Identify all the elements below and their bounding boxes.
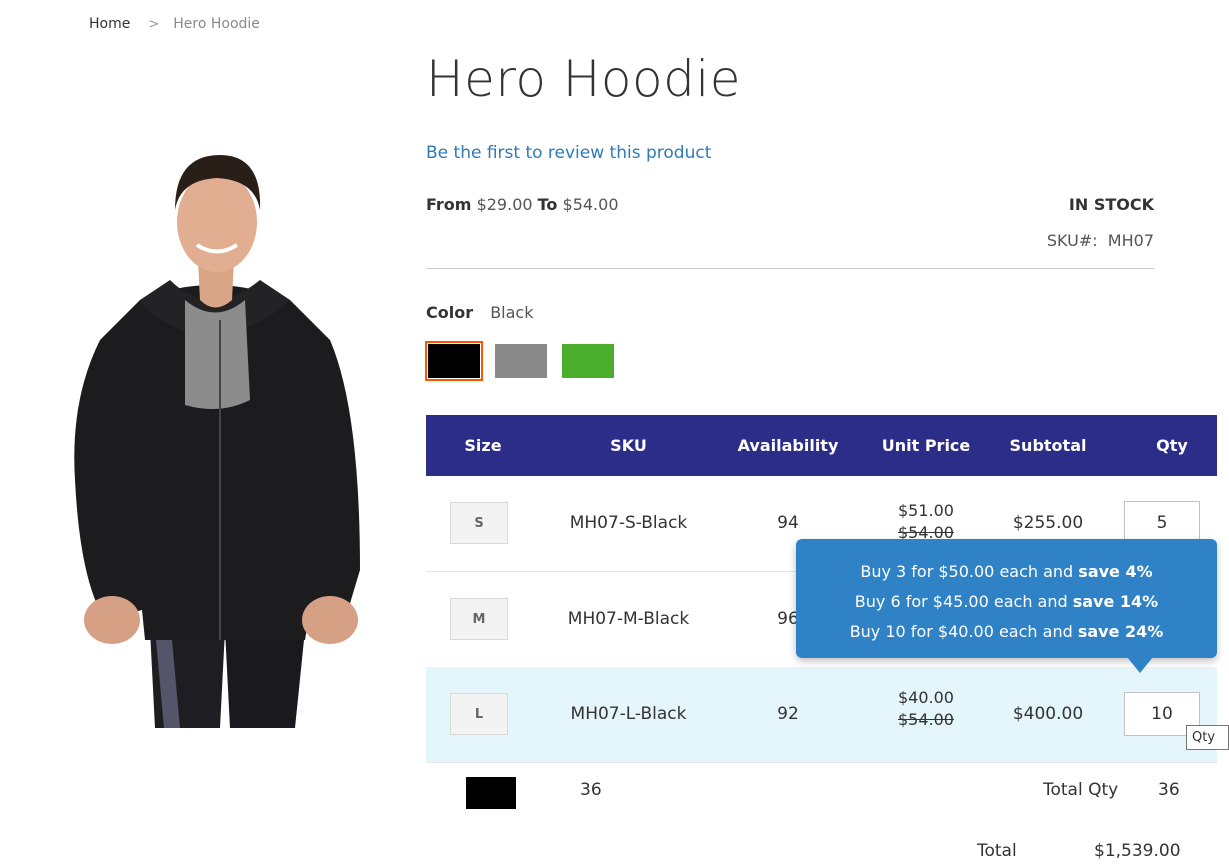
breadcrumb: Home > Hero Hoodie (89, 16, 260, 32)
row-subtotal: $400.00 (1012, 704, 1084, 724)
total-qty-label: Total Qty (1043, 780, 1119, 800)
size-label: S (450, 502, 508, 544)
price-to-label: To (537, 195, 558, 214)
header-unit-price: Unit Price (881, 436, 971, 455)
sku-label: SKU#: (1046, 231, 1098, 250)
tier-line: Buy 3 for $50.00 each and save 4% (860, 562, 1153, 581)
size-table-header: Size SKU Availability Unit Price Subtota… (426, 415, 1217, 476)
color-attribute: Color Black (426, 303, 534, 322)
row-availability: 94 (777, 513, 799, 533)
tier-line: Buy 6 for $45.00 each and save 14% (854, 592, 1159, 611)
header-qty: Qty (1156, 436, 1188, 455)
header-size: Size (464, 436, 502, 455)
row-price: $51.00 (898, 501, 954, 520)
total-qty-value: 36 (1158, 780, 1180, 800)
header-sku: SKU (610, 436, 647, 455)
price-from-label: From (426, 195, 472, 214)
size-label: L (450, 693, 508, 735)
size-label: M (450, 598, 508, 640)
row-unit-price: $51.00 $54.00 (881, 500, 971, 544)
swatch-green[interactable] (562, 344, 614, 378)
row-sku: MH07-L-Black (570, 704, 687, 724)
row-sku: MH07-M-Black (567, 609, 690, 629)
qty-tooltip: Qty (1186, 725, 1229, 750)
review-link[interactable]: Be the first to review this product (426, 143, 711, 163)
product-image[interactable] (60, 150, 370, 740)
table-row: L MH07-L-Black 92 $40.00 $54.00 $400.00 (426, 667, 1217, 763)
color-selected-value: Black (490, 303, 534, 322)
price-range: From $29.00 To $54.00 (426, 195, 619, 214)
color-label: Color (426, 303, 474, 322)
product-sku: SKU#: MH07 (1047, 231, 1154, 250)
header-availability: Availability (737, 436, 839, 455)
breadcrumb-home-link[interactable]: Home (89, 16, 130, 32)
row-old-price: $54.00 (898, 710, 954, 729)
breadcrumb-separator-icon: > (148, 16, 160, 32)
row-sku: MH07-S-Black (569, 513, 688, 533)
total-value: $1,539.00 (1094, 841, 1181, 861)
price-to: $54.00 (562, 195, 619, 214)
sku-value: MH07 (1107, 231, 1154, 250)
header-subtotal: Subtotal (1009, 436, 1087, 455)
tier-line: Buy 10 for $40.00 each and save 24% (849, 622, 1164, 641)
summary-color-swatch (466, 777, 516, 809)
row-price: $40.00 (898, 688, 954, 707)
price-from: $29.00 (476, 195, 533, 214)
swatch-gray[interactable] (495, 344, 547, 378)
tooltip-arrow-icon (1127, 657, 1153, 673)
breadcrumb-current: Hero Hoodie (173, 16, 260, 32)
row-availability: 92 (777, 704, 799, 724)
product-title: Hero Hoodie (426, 50, 741, 108)
tier-price-tooltip: Buy 3 for $50.00 each and save 4% Buy 6 … (796, 539, 1217, 658)
total-label: Total (977, 841, 1017, 861)
swatch-black[interactable] (425, 341, 483, 381)
summary-count: 36 (580, 780, 602, 800)
row-subtotal: $255.00 (1012, 513, 1084, 533)
row-unit-price: $40.00 $54.00 (881, 687, 971, 731)
divider (426, 268, 1154, 269)
stock-status: IN STOCK (1068, 195, 1154, 214)
